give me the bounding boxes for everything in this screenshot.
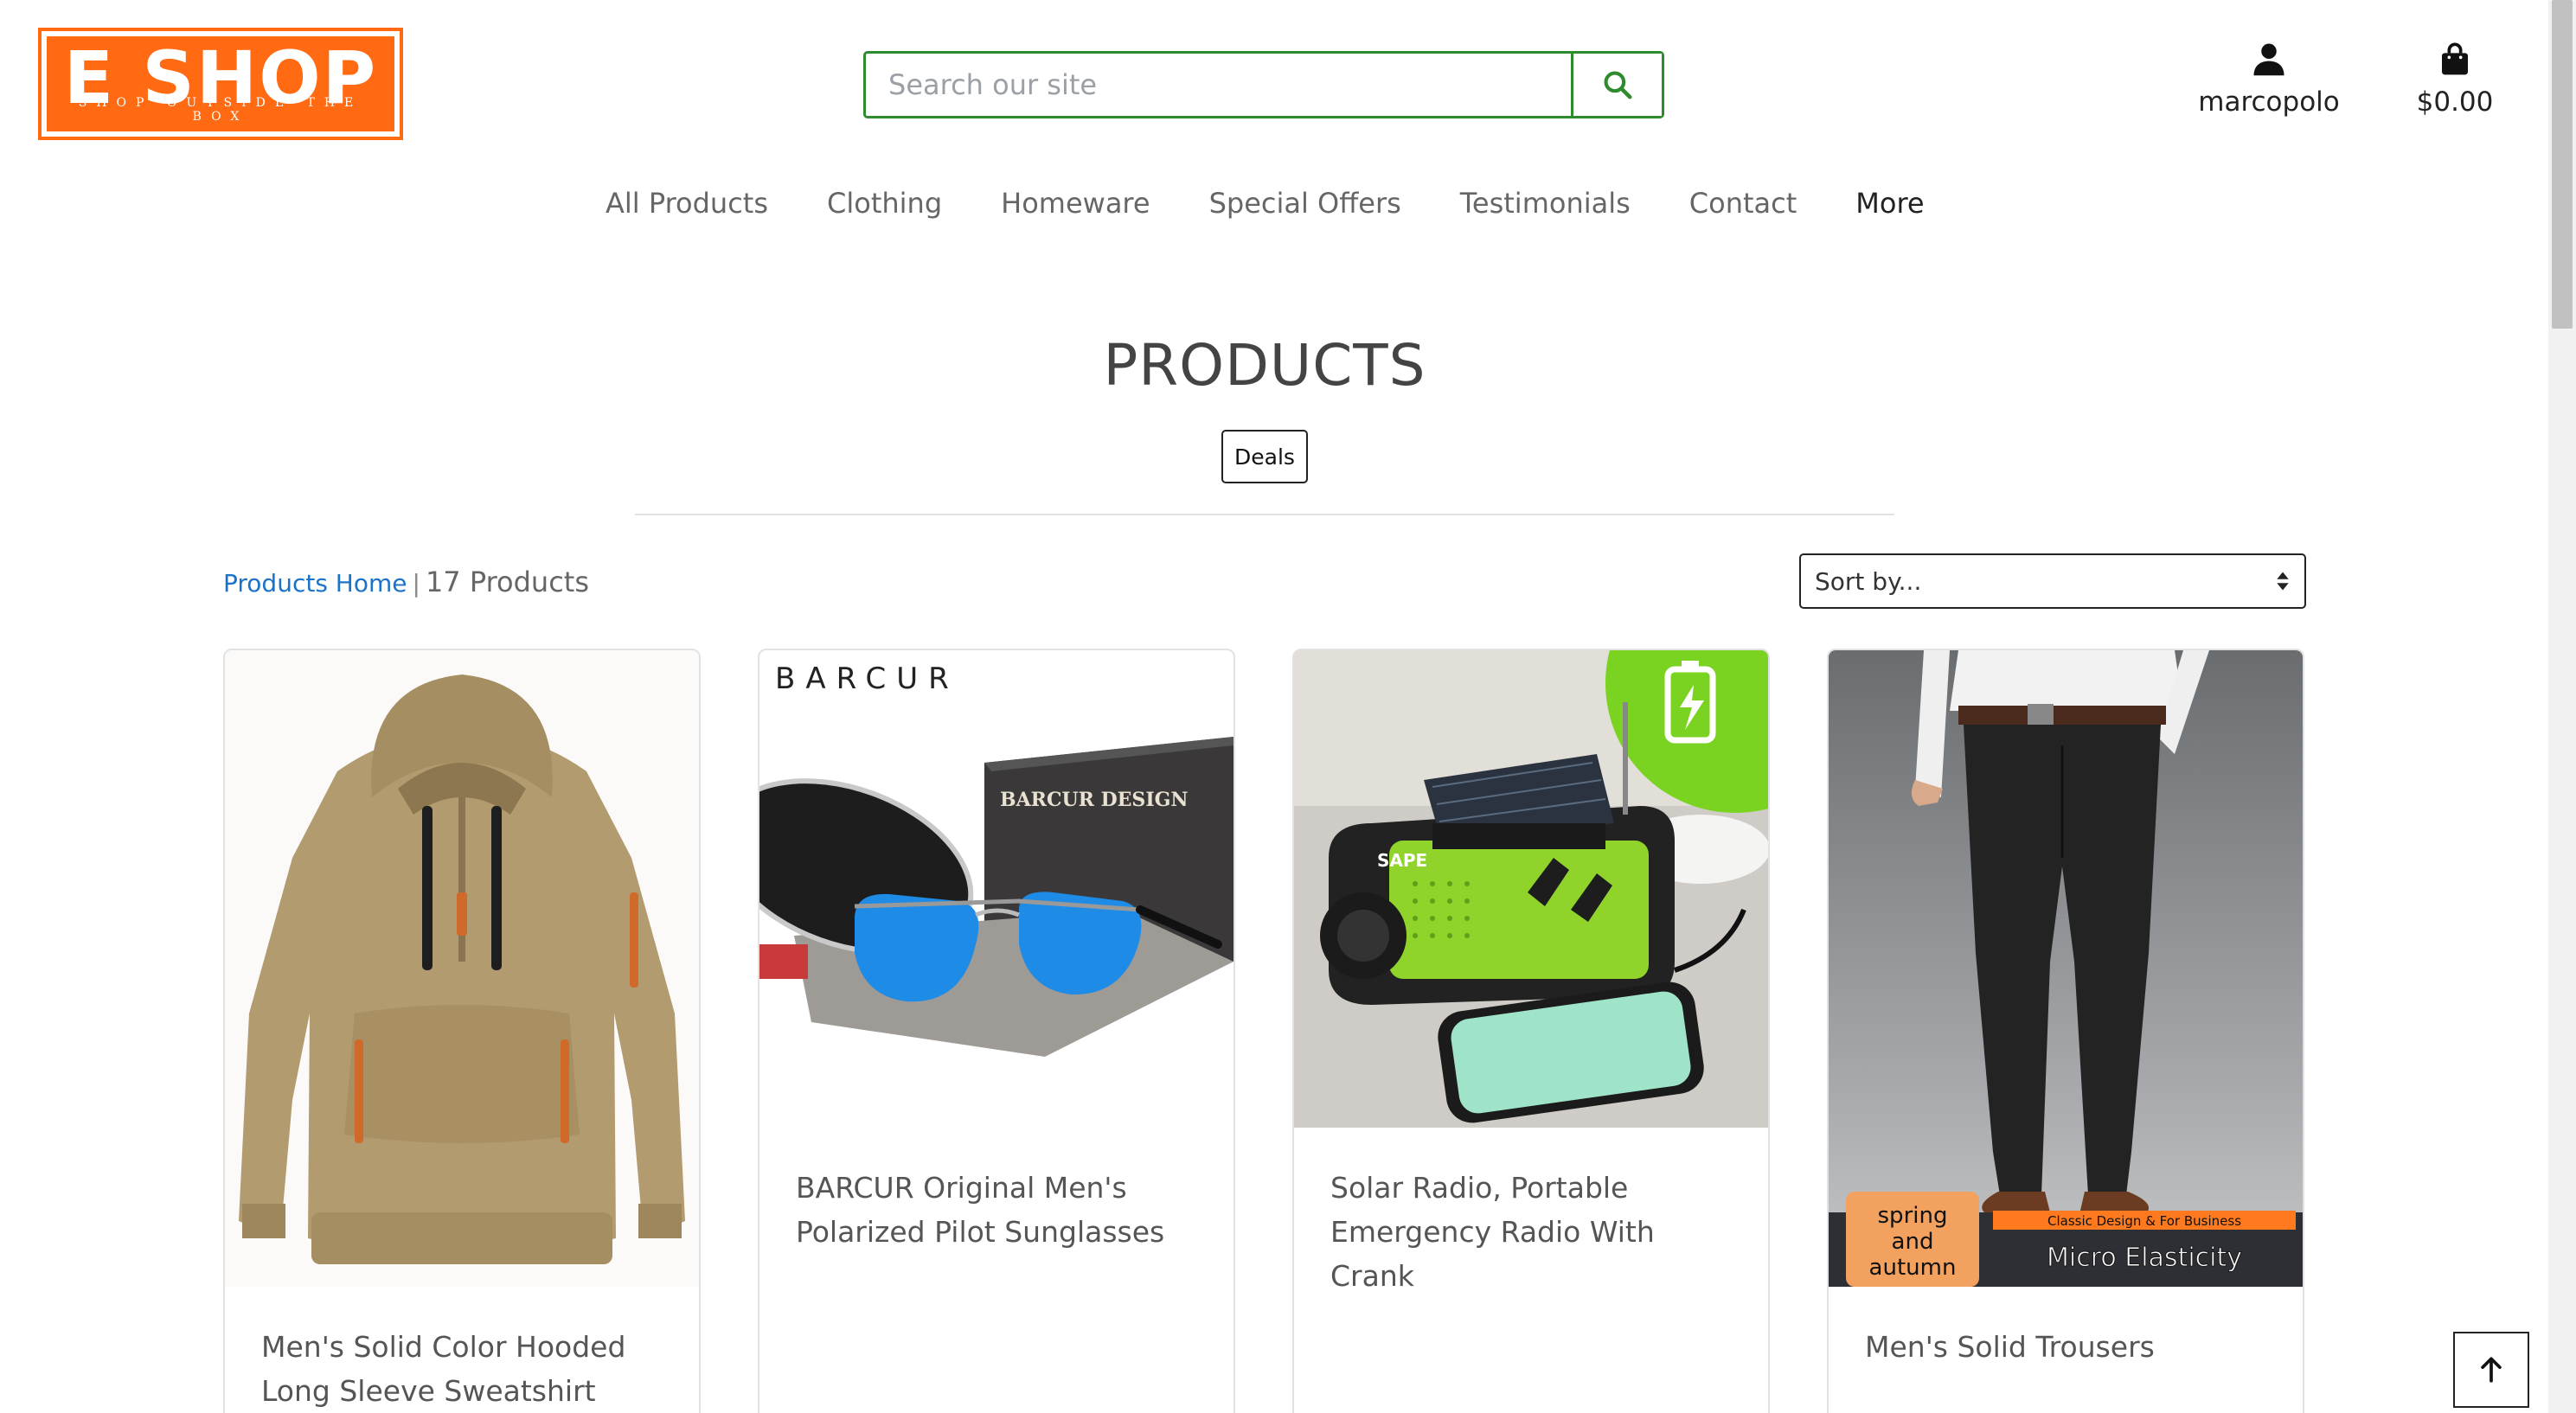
sunglasses-image: BARCUR BARCUR DESIGN	[759, 650, 1234, 1065]
product-name[interactable]: BARCUR Original Men's Polarized Pilot Su…	[796, 1166, 1208, 1254]
account-username: marcopolo	[2198, 86, 2340, 118]
search-button[interactable]	[1571, 54, 1662, 116]
account-link[interactable]: marcopolo	[2188, 40, 2349, 118]
radio-image: SAPE	[1294, 650, 1768, 1128]
svg-text:and: and	[1892, 1229, 1934, 1255]
page: E SHOP Shop Outside The Box marcopolo $0…	[0, 0, 2548, 1413]
product-name[interactable]: Men's Solid Color Hooded Long Sleeve Swe…	[261, 1325, 673, 1413]
nav-clothing[interactable]: Clothing	[827, 187, 942, 220]
svg-text:autumn: autumn	[1869, 1255, 1957, 1281]
nav-testimonials[interactable]: Testimonials	[1460, 187, 1631, 220]
user-icon	[2253, 43, 2284, 76]
product-card[interactable]: Men's Solid Color Hooded Long Sleeve Swe…	[223, 649, 701, 1413]
trousers-image: spring and autumn Classic Design & For B…	[1829, 650, 2303, 1287]
box-brand-text: BARCUR DESIGN	[1000, 789, 1189, 811]
deals-button[interactable]: Deals	[1221, 430, 1308, 483]
image-badge-top: Classic Design & For Business	[2047, 1213, 2241, 1229]
product-count: 17 Products	[425, 566, 589, 598]
product-card[interactable]: spring and autumn Classic Design & For B…	[1827, 649, 2304, 1413]
search-input[interactable]	[866, 54, 1571, 116]
product-card[interactable]: SAPE Solar Radio, Portable Emergency Rad…	[1292, 649, 1770, 1413]
search-bar	[863, 51, 1664, 118]
cart-link[interactable]: $0.00	[2403, 40, 2507, 118]
nav-homeware[interactable]: Homeware	[1001, 187, 1150, 220]
nav-contact[interactable]: Contact	[1689, 187, 1797, 220]
sort-select-value: Sort by...	[1815, 566, 1922, 596]
title-divider	[635, 514, 1894, 515]
logo-plate: E SHOP Shop Outside The Box	[47, 36, 394, 131]
scrollbar-thumb[interactable]	[2552, 0, 2573, 329]
nav-special-offers[interactable]: Special Offers	[1209, 187, 1401, 220]
main-nav: All Products Clothing Homeware Special O…	[606, 187, 1925, 220]
page-scrollbar[interactable]	[2548, 0, 2576, 1413]
nav-all-products[interactable]: All Products	[606, 187, 768, 220]
hoodie-image	[225, 650, 699, 1287]
sort-arrows-icon	[2277, 572, 2289, 591]
back-to-top-button[interactable]	[2453, 1332, 2529, 1408]
product-name[interactable]: Men's Solid Trousers	[1865, 1325, 2277, 1369]
products-home-link[interactable]: Products Home	[223, 569, 407, 598]
nav-more[interactable]: More	[1855, 187, 1924, 220]
product-image[interactable]: BARCUR BARCUR DESIGN	[759, 650, 1234, 1065]
image-brand-text: SAPE	[1377, 850, 1427, 871]
logo-tagline: Shop Outside The Box	[78, 96, 363, 124]
product-name[interactable]: Solar Radio, Portable Emergency Radio Wi…	[1330, 1166, 1742, 1298]
product-image[interactable]: spring and autumn Classic Design & For B…	[1829, 650, 2303, 1287]
product-image[interactable]	[225, 650, 699, 1287]
sort-select[interactable]: Sort by...	[1799, 553, 2306, 609]
breadcrumb: Products Home | 17 Products	[223, 566, 589, 598]
arrow-up-icon	[2481, 1357, 2502, 1383]
image-badge-main: Micro Elasticity	[2047, 1243, 2242, 1273]
product-image[interactable]: SAPE	[1294, 650, 1768, 1128]
image-brand-text: BARCUR	[775, 662, 959, 696]
product-card[interactable]: BARCUR BARCUR DESIGN BARCUR Original Men…	[758, 649, 1235, 1413]
breadcrumb-separator: |	[412, 569, 420, 598]
search-icon	[1604, 71, 1632, 99]
cart-total: $0.00	[2416, 86, 2494, 118]
page-title: PRODUCTS	[1103, 332, 1426, 399]
shopping-bag-icon	[2442, 42, 2468, 75]
site-logo[interactable]: E SHOP Shop Outside The Box	[38, 28, 403, 140]
svg-text:spring: spring	[1878, 1203, 1948, 1229]
